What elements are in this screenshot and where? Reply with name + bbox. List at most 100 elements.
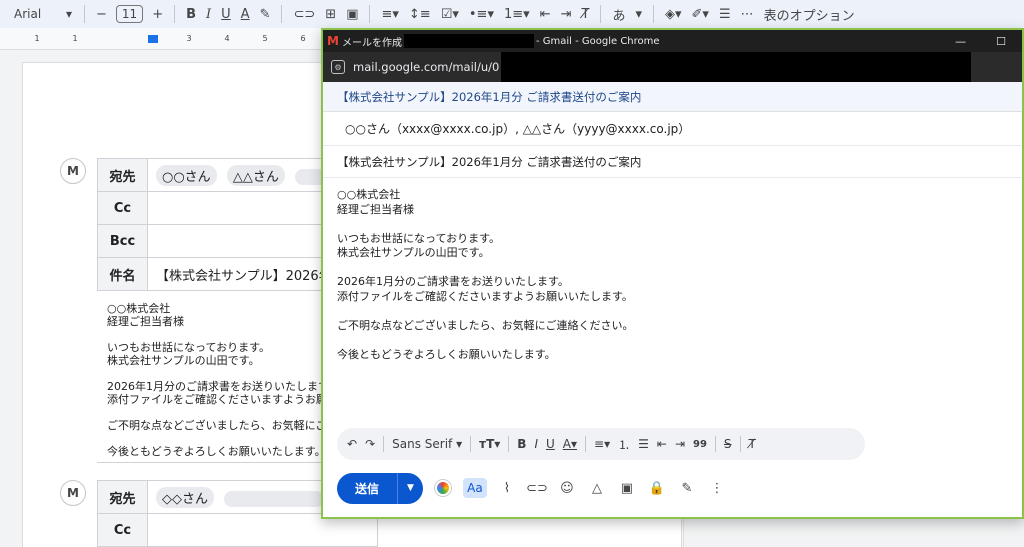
increase-font-size-button[interactable]: +	[147, 7, 168, 22]
align-icon[interactable]: ≡▾	[594, 437, 610, 451]
minimize-button[interactable]: —	[955, 35, 966, 48]
address-bar[interactable]: ⚙ mail.google.com/mail/u/0	[323, 52, 1022, 82]
subject-field[interactable]: 【株式会社サンプル】2026年1月分 ご請求書送付のご案内	[323, 146, 1022, 178]
ruler-marks: 1 1 2 3 4 5 6 7	[18, 34, 360, 43]
redacted-title	[403, 34, 534, 48]
gmail-draft-chip-icon[interactable]: M	[60, 480, 86, 506]
toolbar-divider	[84, 5, 85, 23]
numbered-list-icon[interactable]: 1≡▾	[499, 7, 535, 22]
recipient-chip[interactable]: ◇◇さん	[156, 486, 214, 508]
font-select[interactable]: Sans Serif ▾	[392, 437, 462, 451]
font-select-label: Sans Serif	[392, 437, 453, 451]
toolbar-divider	[281, 5, 283, 23]
table-divider	[97, 462, 325, 463]
gmail-compose-window: M メールを作成 - Gmail - Google Chrome — ☐ ⚙ m…	[321, 28, 1024, 519]
maximize-button[interactable]: ☐	[996, 35, 1006, 48]
decrease-indent-icon[interactable]: ⇤	[535, 7, 556, 22]
bold-icon[interactable]: B	[517, 437, 526, 451]
send-options-chevron-icon[interactable]: ▼	[398, 473, 423, 504]
recipient-chip-redacted	[224, 491, 325, 507]
recipient-chip[interactable]: ○○さん	[156, 164, 217, 186]
strikethrough-icon[interactable]: S̶	[724, 437, 732, 451]
color-swatch	[434, 480, 451, 496]
input-tools-button[interactable]: あ	[607, 5, 630, 24]
color-palette-icon[interactable]	[433, 478, 453, 498]
insert-photo-icon[interactable]: ▣	[617, 478, 637, 498]
window-controls: — ☐	[955, 35, 1022, 48]
ruler-mark: 4	[224, 34, 230, 43]
ruler-mark: 1	[72, 34, 78, 43]
formatting-options-icon[interactable]: Aa	[462, 478, 487, 498]
insert-image-icon[interactable]: ▣	[341, 7, 363, 22]
send-button[interactable]: 送信	[337, 472, 399, 504]
toolbar-divider	[653, 5, 654, 23]
bold-button[interactable]: B	[181, 7, 201, 22]
link-icon[interactable]: ⊂⊃	[288, 7, 320, 22]
gmail-draft-chip-icon[interactable]: M	[60, 158, 86, 184]
border-width-icon[interactable]: ☰	[714, 7, 736, 22]
attach-file-icon[interactable]: ⌇	[497, 478, 517, 498]
toolbar-divider	[508, 436, 510, 452]
toolbar-divider	[714, 436, 716, 452]
toolbar-divider	[470, 436, 472, 452]
toolbar-divider	[739, 436, 741, 452]
fill-color-icon[interactable]: ◈▾	[660, 7, 687, 22]
quote-icon[interactable]: 99	[693, 439, 707, 450]
toolbar-divider	[174, 5, 176, 23]
chrome-title-bar[interactable]: M メールを作成 - Gmail - Google Chrome — ☐	[323, 30, 1022, 52]
italic-button[interactable]: I	[201, 7, 216, 22]
toolbar-divider	[369, 5, 371, 23]
indent-marker[interactable]	[148, 35, 158, 43]
docs-toolbar: Arial ▾ − 11 + B I U A ✎ ⊂⊃ ⊞ ▣ ≡▾ ↕≡ ☑▾…	[0, 0, 1024, 28]
to-label: 宛先	[97, 480, 148, 514]
window-title-suffix: - Gmail - Google Chrome	[535, 35, 660, 47]
italic-icon[interactable]: I	[534, 437, 538, 451]
border-color-icon[interactable]: ✐▾	[687, 7, 714, 22]
text-color-button[interactable]: A	[236, 7, 255, 22]
align-left-icon[interactable]: ≡▾	[376, 7, 403, 22]
line-spacing-icon[interactable]: ↕≡	[404, 7, 436, 22]
ruler-mark	[94, 34, 132, 43]
more-options-icon[interactable]: ⋮	[707, 478, 727, 498]
emoji-icon[interactable]: ☺	[557, 478, 577, 498]
bcc-label: Bcc	[97, 224, 148, 258]
underline-icon[interactable]: U	[546, 437, 555, 451]
recipient-chip[interactable]: △△さん	[226, 164, 285, 186]
underline-button[interactable]: U	[216, 7, 236, 22]
decrease-font-size-button[interactable]: −	[91, 7, 112, 22]
drive-icon[interactable]: △	[587, 478, 607, 498]
doc-email-body[interactable]: ○○株式会社 経理ご担当者様 いつもお世話になっております。 株式会社サンプルの…	[107, 302, 327, 458]
chevron-down-icon: ▾	[65, 7, 72, 21]
highlight-pen-icon[interactable]: ✎	[255, 7, 276, 22]
ruler-mark: 3	[186, 34, 192, 43]
cc-label: Cc	[97, 513, 148, 547]
undo-icon[interactable]: ↶	[347, 437, 357, 451]
to-field[interactable]: ○○さん（xxxx@xxxx.co.jp）, △△さん（yyyy@xxxx.co…	[323, 112, 1022, 146]
indent-more-icon[interactable]: ⇥	[675, 437, 685, 451]
text-color-icon[interactable]: A▾	[563, 437, 577, 451]
border-dash-icon[interactable]: ⋯	[736, 7, 759, 22]
add-comment-icon[interactable]: ⊞	[320, 7, 341, 22]
font-family-select[interactable]: Arial ▾	[8, 7, 78, 21]
signature-pen-icon[interactable]: ✎	[677, 478, 697, 498]
ruler-mark: 5	[262, 34, 268, 43]
redo-icon[interactable]: ↷	[365, 437, 375, 451]
redacted-url	[501, 52, 972, 82]
indent-less-icon[interactable]: ⇤	[657, 437, 667, 451]
compose-header: 【株式会社サンプル】2026年1月分 ご請求書送付のご案内	[323, 82, 1022, 112]
bulleted-list-icon[interactable]: ☰	[638, 437, 649, 451]
numbered-list-icon[interactable]: ⒈	[618, 436, 630, 453]
site-info-icon[interactable]: ⚙	[331, 60, 345, 74]
font-size-input[interactable]: 11	[115, 5, 144, 23]
text-size-icon[interactable]: тT▾	[479, 437, 500, 451]
compose-body[interactable]: ○○株式会社 経理ご担当者様 いつもお世話になっております。 株式会社サンプルの…	[323, 178, 1022, 428]
clear-formatting-icon[interactable]: T̸	[577, 7, 595, 22]
confidential-mode-icon[interactable]: 🔒	[647, 478, 667, 498]
remove-formatting-icon[interactable]: T̸	[749, 437, 756, 451]
ruler-mark: 6	[300, 34, 306, 43]
bulleted-list-icon[interactable]: •≡▾	[464, 7, 499, 22]
checklist-icon[interactable]: ☑▾	[436, 7, 464, 22]
table-options-button[interactable]: 表のオプション	[759, 5, 860, 24]
insert-link-icon[interactable]: ⊂⊃	[526, 478, 548, 498]
increase-indent-icon[interactable]: ⇥	[556, 7, 577, 22]
